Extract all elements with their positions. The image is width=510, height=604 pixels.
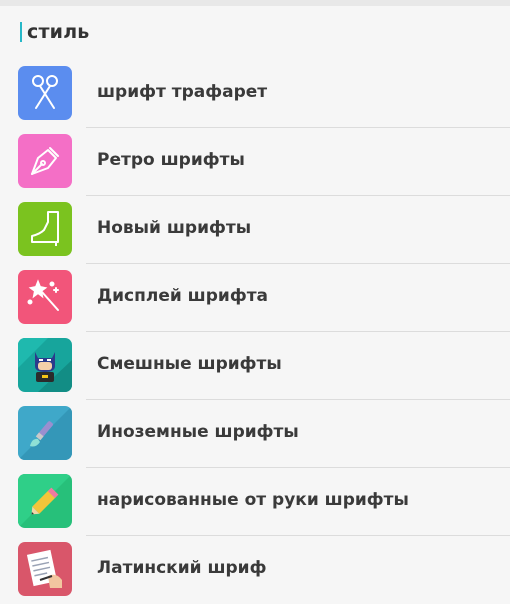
list-item-retro-fonts[interactable]: Ретро шрифты	[0, 128, 510, 196]
list-item-label: нарисованные от руки шрифты	[97, 490, 409, 510]
section-header: стиль	[0, 6, 510, 58]
retro-tile	[18, 134, 72, 188]
list-item-label: Ретро шрифты	[97, 150, 245, 170]
list-item-handwritten-fonts[interactable]: нарисованные от руки шрифты	[0, 468, 510, 536]
list-item-label: Дисплей шрифта	[97, 286, 269, 306]
list-item-foreign-fonts[interactable]: Иноземные шрифты	[0, 400, 510, 468]
section-accent-bar	[20, 22, 22, 42]
list-item-display-font[interactable]: Дисплей шрифта	[0, 264, 510, 332]
list-item-label: Латинский шриф	[97, 558, 267, 578]
new-tile	[18, 202, 72, 256]
funny-tile	[18, 338, 72, 392]
latin-tile	[18, 542, 72, 596]
stencil-tile	[18, 66, 72, 120]
list-item-label: Смешные шрифты	[97, 354, 282, 374]
writing-hand-icon	[26, 549, 62, 588]
paintbrush-icon	[18, 406, 72, 460]
list-item-funny-fonts[interactable]: Смешные шрифты	[0, 332, 510, 400]
batman-icon	[18, 338, 72, 392]
magic-wand-icon	[27, 279, 59, 311]
scissors-icon	[32, 75, 58, 109]
section-title: стиль	[27, 21, 90, 43]
handwritten-tile	[18, 474, 72, 528]
boot-icon	[31, 211, 59, 246]
font-style-list: шрифт трафарет Ретро шрифты Новый шрифты…	[0, 60, 510, 604]
pencil-icon	[18, 474, 72, 528]
foreign-tile	[18, 406, 72, 460]
pen-nib-icon	[31, 147, 59, 175]
list-item-label: шрифт трафарет	[97, 82, 268, 102]
list-item-latin-font[interactable]: Латинский шриф	[0, 536, 510, 604]
list-item-new-fonts[interactable]: Новый шрифты	[0, 196, 510, 264]
list-item-stencil-font[interactable]: шрифт трафарет	[0, 60, 510, 128]
list-item-label: Новый шрифты	[97, 218, 252, 238]
display-tile	[18, 270, 72, 324]
list-item-label: Иноземные шрифты	[97, 422, 299, 442]
